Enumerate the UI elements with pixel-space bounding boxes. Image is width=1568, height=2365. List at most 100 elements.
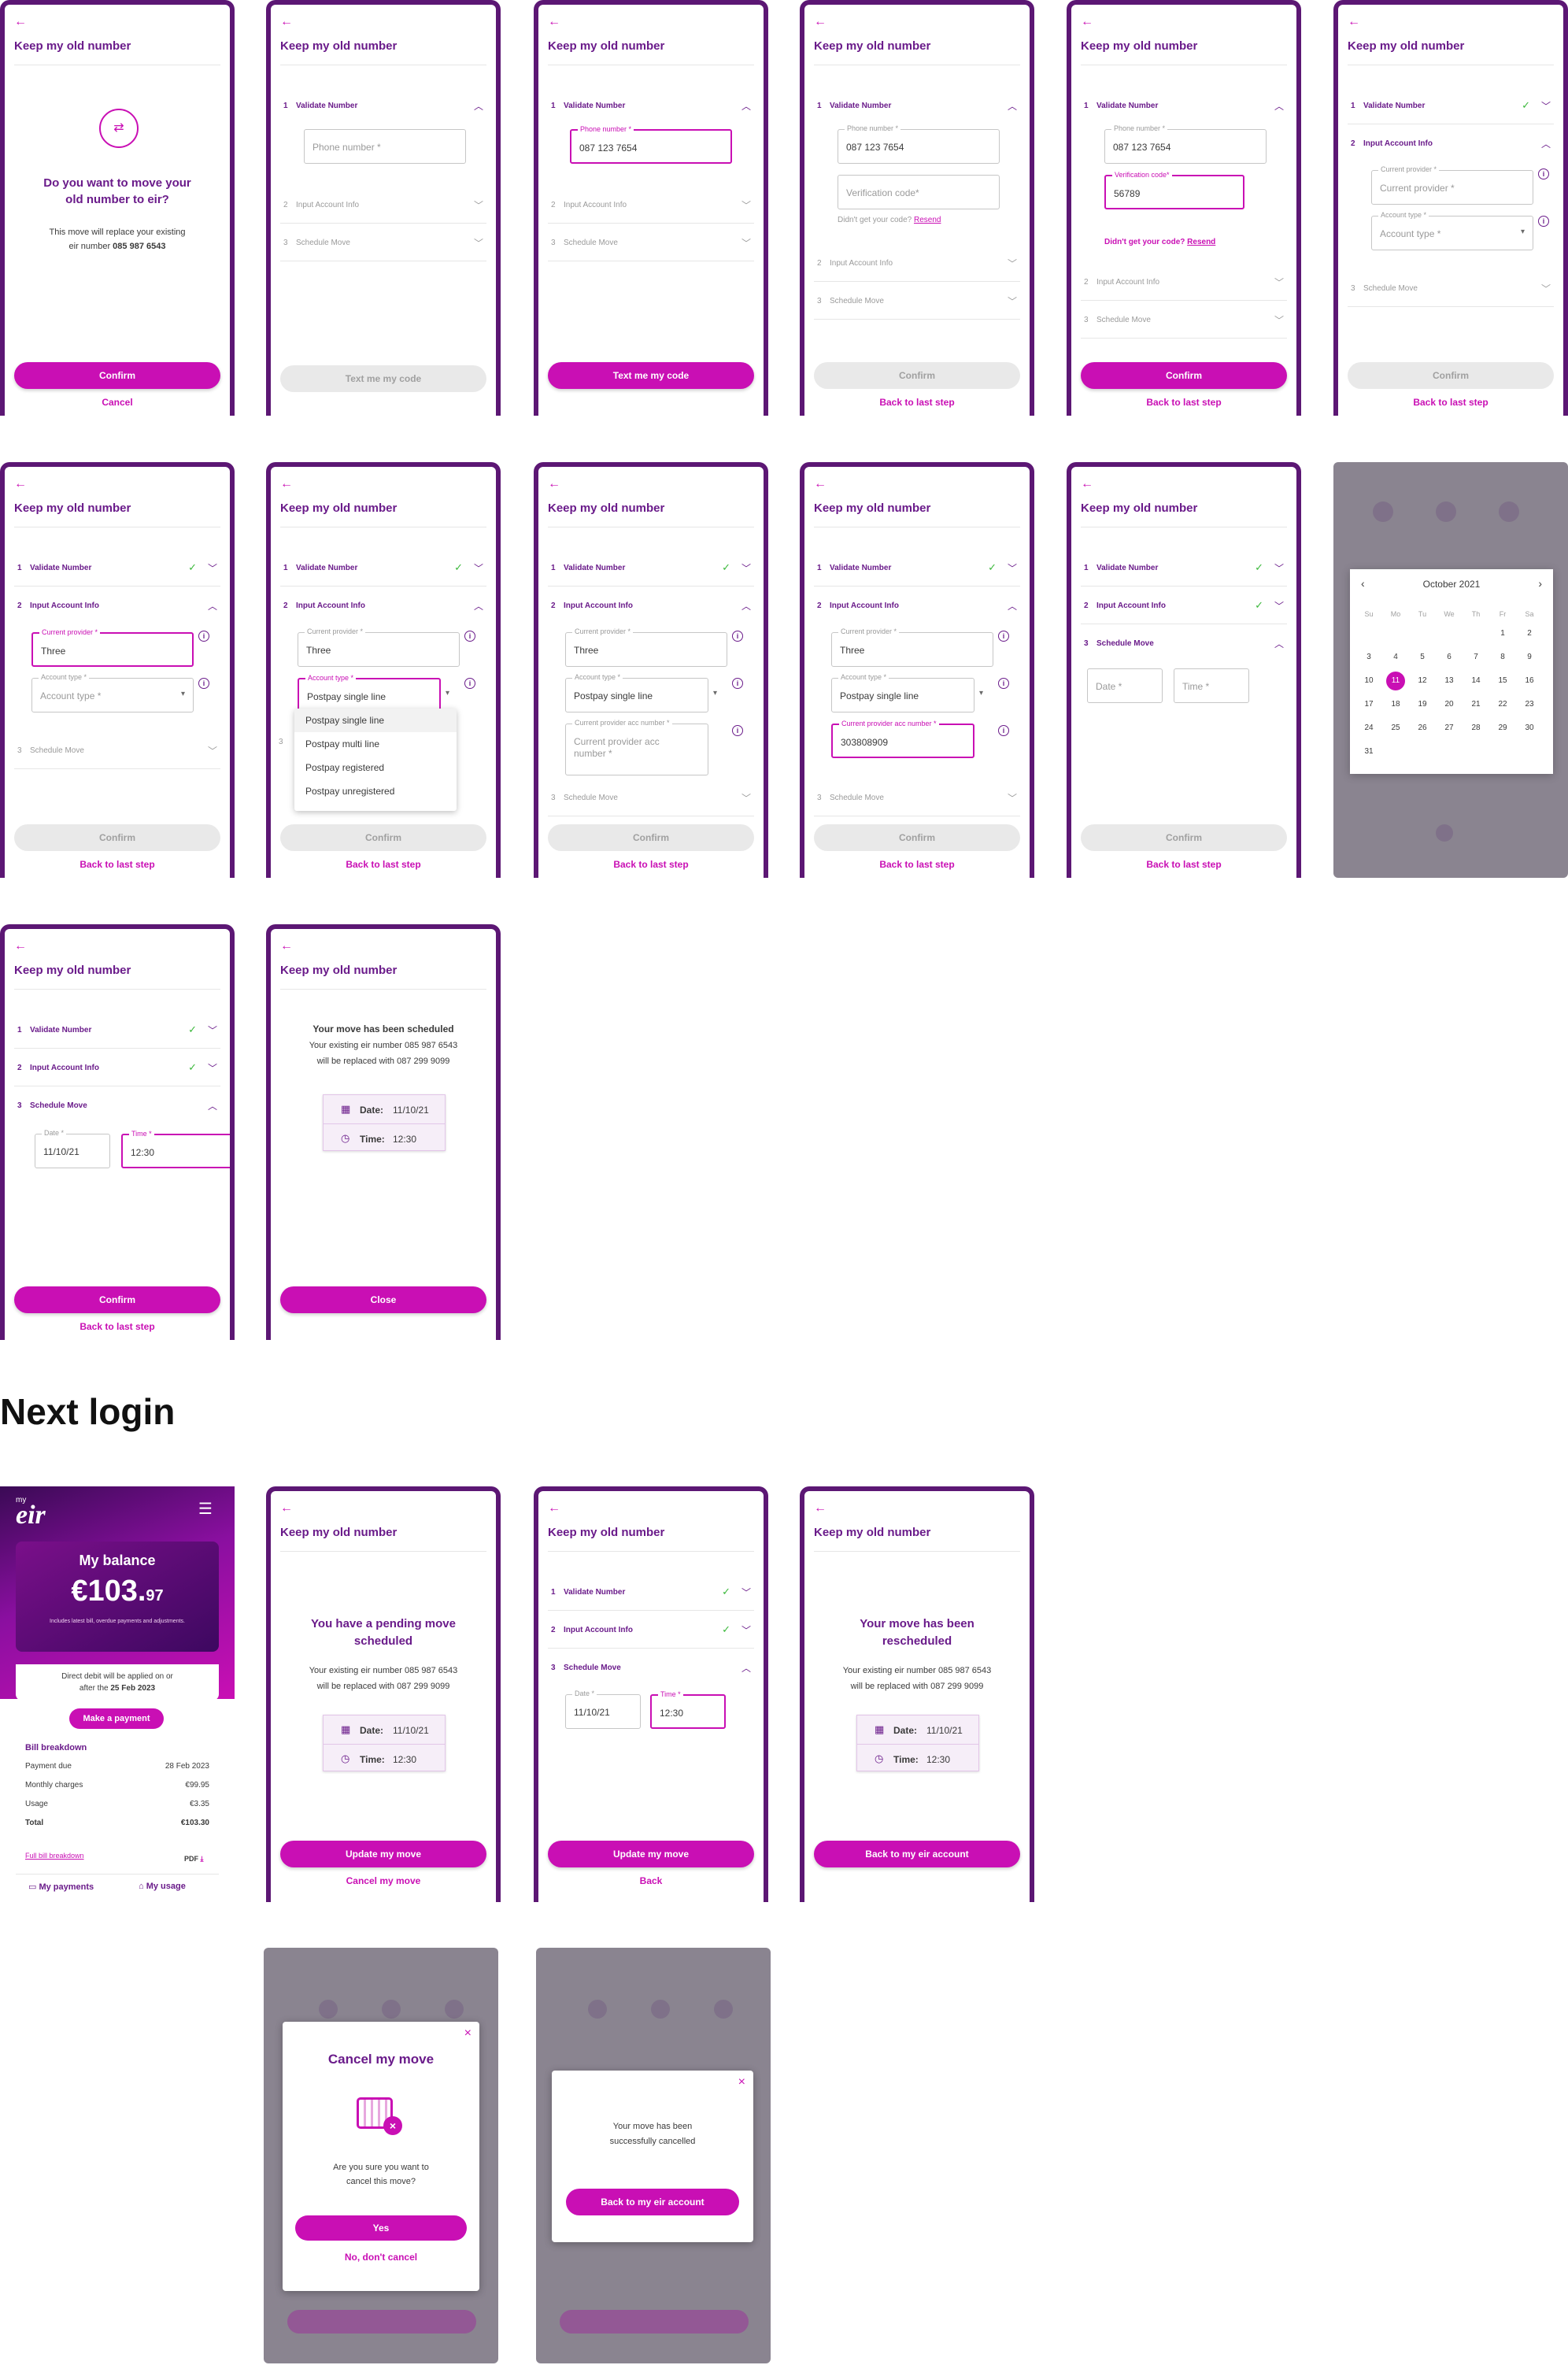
resend-link[interactable]: Resend [1187,238,1215,246]
info-icon[interactable]: i [464,631,475,642]
step-schedule[interactable]: 3 Schedule Move ﹀ [548,779,754,816]
info-icon[interactable]: i [998,631,1009,642]
confirm-button[interactable]: Confirm [548,824,754,851]
verification-field[interactable]: Verification code* [838,175,1000,209]
calendar-day[interactable]: 17 [1359,695,1378,714]
calendar-day[interactable]: 25 [1386,719,1405,738]
calendar-day[interactable]: 29 [1493,719,1512,738]
step-account[interactable]: 2 Input Account Info ︿ [14,587,220,624]
dropdown-option[interactable]: Postpay registered [294,756,457,779]
close-icon[interactable]: × [464,2026,472,2041]
back-arrow-icon[interactable]: ← [14,940,27,953]
back-to-last-step-link[interactable]: Back to last step [1081,859,1287,870]
step-account[interactable]: 2 Input Account Info ﹀ [1081,263,1287,301]
calendar-day[interactable]: 3 [1359,648,1378,667]
account-type-field[interactable]: Account type * Account type * ▾ [31,673,194,712]
info-icon[interactable]: i [1538,168,1549,180]
hamburger-menu-icon[interactable]: ☰ [198,1499,213,1519]
date-field[interactable]: Date * 11/10/21 [35,1129,110,1168]
provider-field[interactable]: Current provider * Three [298,627,460,667]
step-schedule[interactable]: 3 Schedule Move ﹀ [280,224,486,261]
date-field[interactable]: Date * 11/10/21 [565,1690,641,1729]
yes-button[interactable]: Yes [295,2215,467,2241]
calendar-day[interactable]: 15 [1493,672,1512,690]
calendar-day[interactable]: 20 [1440,695,1459,714]
back-arrow-icon[interactable]: ← [548,16,560,28]
step-validate[interactable]: 1 Validate Number ✓ ﹀ [814,549,1020,587]
calendar-day[interactable]: 6 [1440,648,1459,667]
full-bill-link[interactable]: Full bill breakdown [25,1852,84,1860]
phone-number-field[interactable]: Phone number * 087 123 7654 [570,125,732,164]
info-icon[interactable]: i [998,678,1009,689]
calendar-day[interactable]: 21 [1466,695,1485,714]
calendar-day[interactable]: 23 [1520,695,1539,714]
step-account[interactable]: 2 Input Account Info ✓ ﹀ [14,1049,220,1086]
back-arrow-icon[interactable]: ← [280,1502,293,1515]
step-validate[interactable]: 1 Validate Number ︿ [814,87,1020,124]
provider-field[interactable]: Current provider * Three [31,628,194,667]
calendar-day[interactable]: 26 [1413,719,1432,738]
back-to-last-step-link[interactable]: Back to last step [548,859,754,870]
step-schedule[interactable]: 3 Schedule Move ﹀ [1348,269,1554,307]
verification-field[interactable]: Verification code* 56789 [1104,171,1244,209]
text-code-button[interactable]: Text me my code [548,362,754,389]
phone-number-field[interactable]: Phone number * 087 123 7654 [1104,124,1267,164]
back-arrow-icon[interactable]: ← [814,16,827,28]
calendar-day[interactable]: 12 [1413,672,1432,690]
confirm-button[interactable]: Confirm [814,824,1020,851]
info-icon[interactable]: i [732,678,743,689]
acc-number-field[interactable]: Current provider acc number * Current pro… [565,719,708,775]
step-validate[interactable]: 1 Validate Number ✓ ﹀ [14,549,220,587]
back-to-last-step-link[interactable]: Back to last step [1081,397,1287,408]
date-field[interactable]: Date * [1087,668,1163,703]
calendar-day[interactable]: 28 [1466,719,1485,738]
dropdown-option[interactable]: Postpay unregistered [294,779,457,803]
calendar-day[interactable]: 14 [1466,672,1485,690]
phone-number-field[interactable]: Phone number * 087 123 7654 [838,124,1000,164]
time-field[interactable]: Time * [1174,668,1249,703]
back-arrow-icon[interactable]: ← [1081,478,1093,490]
step-schedule[interactable]: 3 Schedule Move ︿ [548,1649,754,1686]
cancel-move-link[interactable]: Cancel my move [280,1875,486,1886]
back-arrow-icon[interactable]: ← [280,16,293,28]
step-account[interactable]: 2 Input Account Info ︿ [1348,124,1554,162]
step-validate[interactable]: 1 Validate Number ︿ [280,87,486,124]
back-arrow-icon[interactable]: ← [548,1502,560,1515]
calendar-day[interactable]: 8 [1493,648,1512,667]
step-account[interactable]: 2 Input Account Info ︿ [280,587,486,624]
close-icon[interactable]: × [738,2075,745,2089]
calendar-day[interactable]: 11 [1386,672,1405,690]
provider-field[interactable]: Current provider * Three [831,627,993,667]
calendar-day[interactable]: 2 [1520,624,1539,643]
confirm-button[interactable]: Confirm [280,824,486,851]
back-to-account-button[interactable]: Back to my eir account [814,1841,1020,1867]
confirm-button[interactable]: Confirm [814,362,1020,389]
step-account[interactable]: 2 Input Account Info ﹀ [280,186,486,224]
calendar-day[interactable]: 24 [1359,719,1378,738]
back-arrow-icon[interactable]: ← [814,478,827,490]
calendar-day[interactable]: 4 [1386,648,1405,667]
confirm-button[interactable]: Confirm [14,1286,220,1313]
provider-field[interactable]: Current provider * Three [565,627,727,667]
step-validate[interactable]: 1 Validate Number ✓ ﹀ [1081,549,1287,587]
step-account[interactable]: 2 Input Account Info ﹀ [814,244,1020,282]
make-payment-button[interactable]: Make a payment [69,1708,164,1729]
step-schedule[interactable]: 3 Schedule Move ︿ [1081,624,1287,662]
chevron-right-icon[interactable]: › [1538,577,1542,590]
info-icon[interactable]: i [464,678,475,689]
step-validate[interactable]: 1 Validate Number ︿ [1081,87,1287,124]
step-schedule[interactable]: 3 Schedule Move ﹀ [14,731,220,769]
text-code-button[interactable]: Text me my code [280,365,486,392]
back-arrow-icon[interactable]: ← [280,478,293,490]
confirm-button[interactable]: Confirm [1081,824,1287,851]
calendar-day[interactable]: 22 [1493,695,1512,714]
step-validate[interactable]: 1 Validate Number ✓ ﹀ [548,549,754,587]
resend-link[interactable]: Resend [914,216,941,224]
step-account[interactable]: 2 Input Account Info ︿ [548,587,754,624]
calendar-day[interactable]: 31 [1359,742,1378,761]
time-field[interactable]: Time * 12:30 [121,1130,230,1168]
calendar-day[interactable]: 13 [1440,672,1459,690]
back-arrow-icon[interactable]: ← [548,478,560,490]
acc-number-field[interactable]: Current provider acc number * 303808909 [831,720,974,758]
account-type-field[interactable]: Account type * Account type * ▾ [1371,211,1533,250]
